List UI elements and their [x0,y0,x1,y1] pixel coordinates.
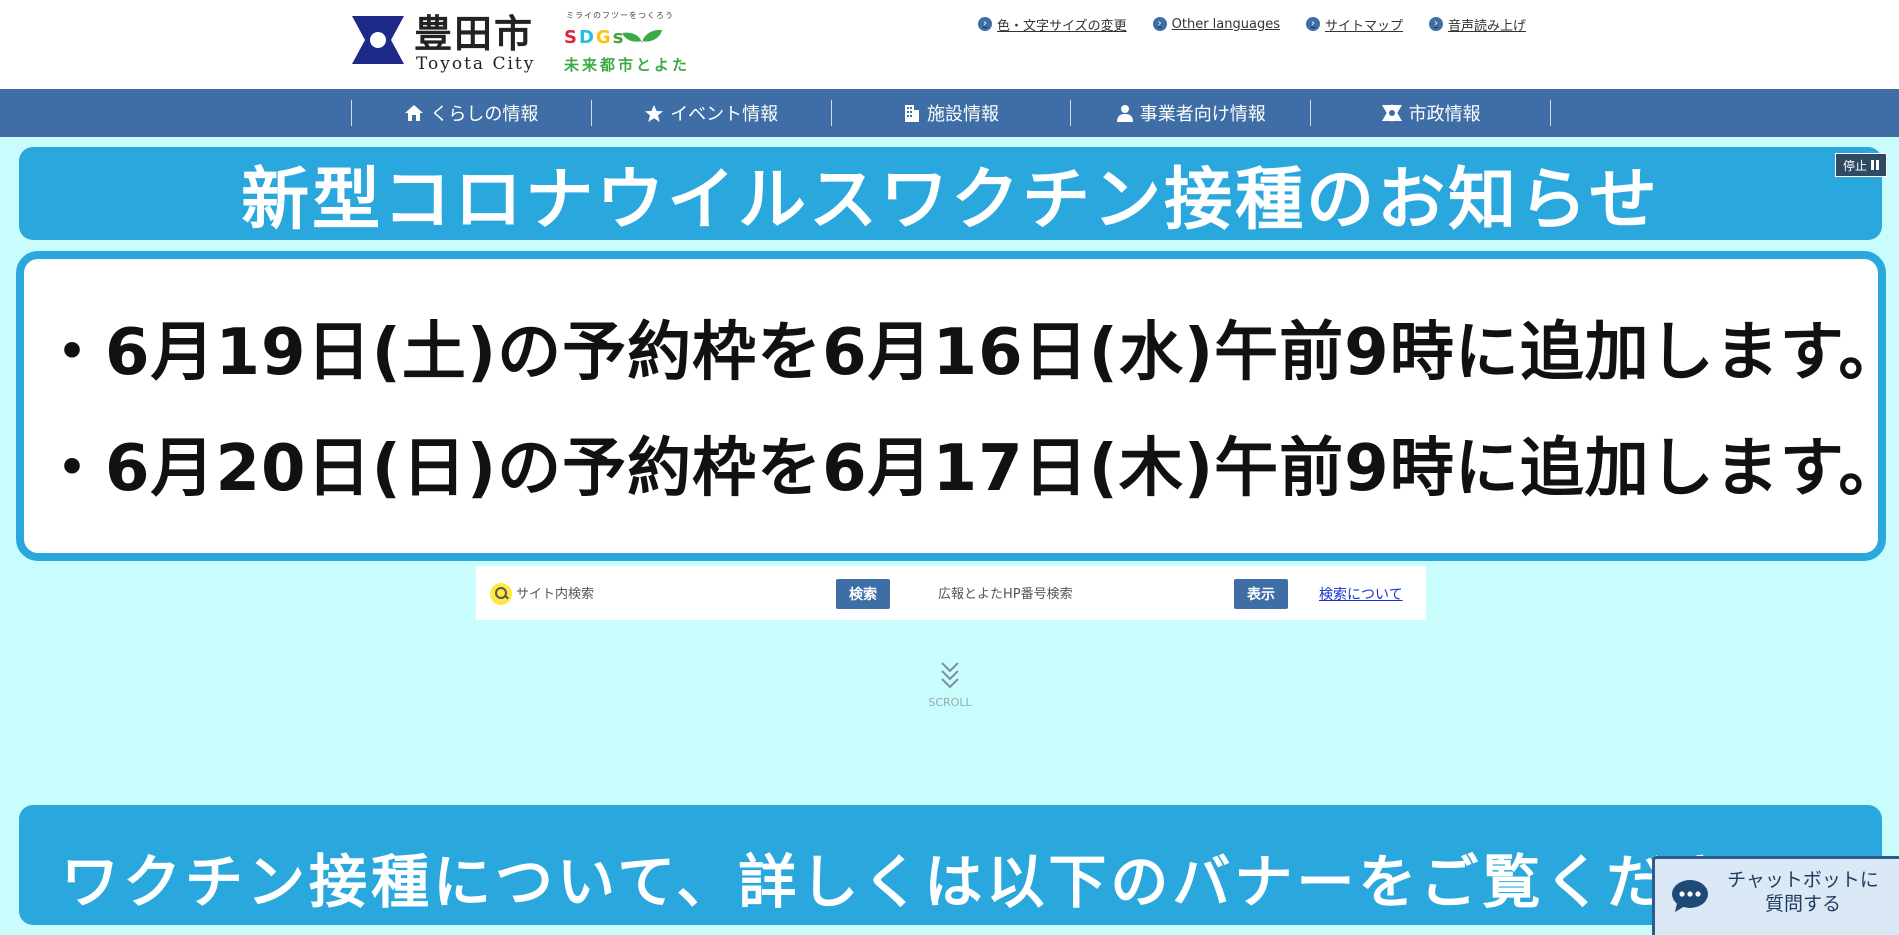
logo-english-name: Toyota City [416,54,536,74]
leaf-icon [622,29,662,45]
site-search-group: 検索 [490,579,890,609]
chevron-right-icon: › [1428,17,1443,31]
number-search-group: 表示 [938,579,1288,609]
search-help-link[interactable]: 検索について [1319,584,1403,604]
site-header: 豊田市 Toyota City ミライのフツーをつくろう SDGs 未来都市とよ… [0,0,1899,89]
search-icon [490,583,512,605]
hp-number-search-input[interactable] [938,580,1234,608]
nav-item-living[interactable]: くらしの情報 [352,100,592,126]
scroll-label: SCROLL [928,696,972,709]
nav-item-facilities[interactable]: 施設情報 [832,100,1072,126]
logo-japanese-name: 豊田市 [414,11,535,56]
utility-links: › 色・文字サイズの変更 › Other languages › サイトマップ › 音声… [978,14,1526,34]
city-emblem-icon [1381,104,1402,122]
home-icon [405,105,424,121]
vaccine-info-banner[interactable]: ワクチン接種について、詳しくは以下のバナーをご覧ください [19,805,1882,925]
other-languages-link[interactable]: › Other languages [1152,14,1280,34]
chatbot-button[interactable]: チャットボットに 質問する [1652,856,1899,935]
chatbot-label: チャットボットに 質問する [1727,869,1879,915]
banner-title: 新型コロナウイルスワクチン接種のお知らせ [19,147,1882,240]
nav-item-events[interactable]: イベント情報 [592,100,832,126]
hp-number-display-button[interactable]: 表示 [1234,579,1288,609]
vaccine-notice-banner[interactable]: 新型コロナウイルスワクチン接種のお知らせ ・6月19日(土)の予約枠を6月16日… [16,145,1899,565]
search-bar: 検索 表示 検索について [476,566,1426,620]
read-aloud-link[interactable]: › 音声読み上げ [1428,14,1526,34]
banner-notice-box: ・6月19日(土)の予約枠を6月16日(水)午前9時に追加します。 ・6月20日… [16,251,1899,561]
site-search-button[interactable]: 検索 [836,579,890,609]
sitemap-link[interactable]: › サイトマップ [1305,14,1403,34]
chevron-right-icon: › [1305,17,1320,31]
banner-notice-line-2: ・6月20日(日)の予約枠を6月17日(木)午前9時に追加します。 [40,432,1899,506]
sdgs-city-name: 未来都市とよた [564,56,691,74]
chat-bubble-icon [1672,880,1708,912]
city-emblem-icon [352,16,404,64]
person-icon [1116,104,1133,122]
main-nav: くらしの情報 イベント情報 施設情報 事業者向け情報 市政情報 [0,89,1899,137]
building-icon [904,104,919,122]
main-nav-items: くらしの情報 イベント情報 施設情報 事業者向け情報 市政情報 [351,100,1551,126]
scroll-hint[interactable]: SCROLL [922,660,978,709]
sdgs-wordmark: SDGs [564,27,626,48]
nav-item-city-government[interactable]: 市政情報 [1311,100,1551,126]
vaccine-info-text: ワクチン接種について、詳しくは以下のバナーをご覧ください [61,848,1793,916]
star-icon [645,104,664,122]
slideshow-stop-button[interactable]: 停止 [1835,153,1887,177]
sdgs-tagline: ミライのフツーをつくろう [566,11,674,20]
site-search-input[interactable] [516,580,836,608]
nav-item-business[interactable]: 事業者向け情報 [1071,100,1312,126]
banner-notice-line-1: ・6月19日(土)の予約枠を6月16日(水)午前9時に追加します。 [40,316,1899,390]
chevron-right-icon: › [978,17,992,31]
pause-icon [1871,160,1879,170]
sdgs-future-city-logo[interactable]: ミライのフツーをつくろう SDGs 未来都市とよた [562,10,702,76]
chevron-right-icon: › [1152,17,1167,31]
double-chevron-down-icon [941,662,959,689]
color-text-size-link[interactable]: › 色・文字サイズの変更 [978,14,1127,34]
toyota-city-logo[interactable]: 豊田市 Toyota City [350,12,550,74]
